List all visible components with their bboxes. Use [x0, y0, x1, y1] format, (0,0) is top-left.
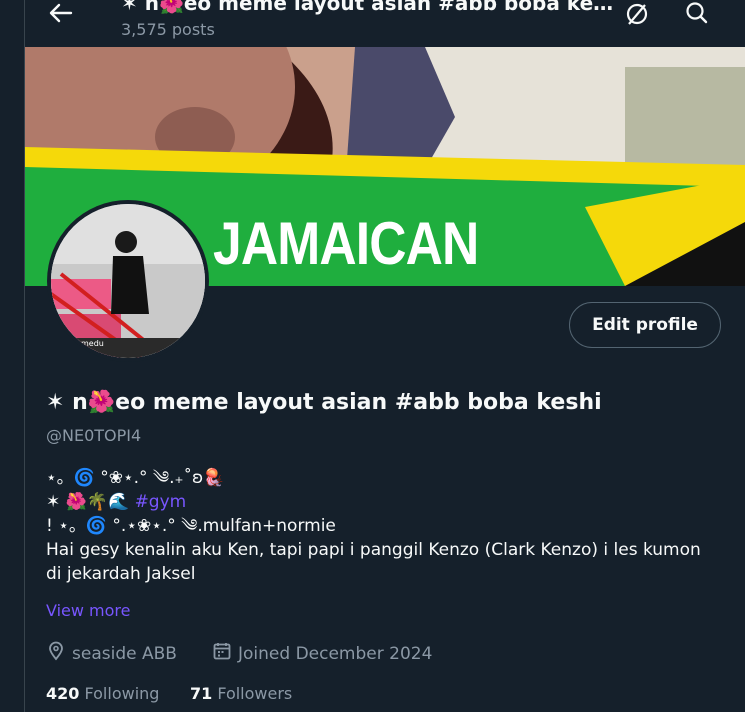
followers-link[interactable]: 71 Followers — [190, 684, 292, 703]
following-count: 420 — [46, 684, 80, 703]
following-link[interactable]: 420 Following — [46, 684, 159, 703]
following-label: Following — [84, 684, 160, 703]
view-more-link[interactable]: View more — [46, 601, 131, 620]
profile-column: ✶ n🌺eo meme layout asian #abb boba keshi… — [24, 0, 745, 712]
avatar-caption: medu — [81, 339, 104, 348]
join-date: Joined December 2024 — [212, 641, 432, 666]
join-date-text: Joined December 2024 — [238, 643, 433, 664]
user-handle: @NE0TOPI4 — [46, 426, 142, 445]
bio: ⋆。🌀 °❀⋆.° ༄.₊˚ʚ🪼 ✶ 🌺🌴🌊 #gym ! ⋆。🌀 °.⋆❀⋆.… — [46, 466, 706, 586]
post-count: 3,575 posts — [121, 20, 215, 39]
avatar[interactable]: medu — [47, 200, 209, 362]
bio-line: ✶ 🌺🌴🌊 #gym — [46, 490, 706, 514]
profile-header: ✶ n🌺eo meme layout asian #abb boba keshi… — [25, 0, 745, 47]
banner-text: JAMAICAN — [213, 210, 479, 277]
followers-label: Followers — [217, 684, 293, 703]
bio-text: ✶ 🌺🌴🌊 — [46, 492, 135, 512]
followers-count: 71 — [189, 684, 213, 703]
edit-profile-button[interactable]: Edit profile — [569, 302, 721, 348]
location-text: seaside ABB — [72, 643, 177, 664]
follow-stats: 420 Following 71 Followers — [46, 684, 292, 703]
location: seaside ABB — [46, 641, 177, 666]
location-icon — [46, 641, 72, 666]
back-arrow-icon[interactable] — [47, 2, 75, 24]
hashtag-link[interactable]: #gym — [135, 492, 187, 512]
bio-line: ! ⋆。🌀 °.⋆❀⋆.° ༄.mulfan+normie — [46, 516, 336, 536]
grok-icon[interactable] — [623, 0, 651, 28]
avatar-image: medu — [51, 204, 205, 358]
bio-line: Hai gesy kenalin aku Ken, tapi papi i pa… — [46, 540, 701, 584]
calendar-icon — [212, 641, 238, 666]
display-name: ✶ n🌺eo meme layout asian #abb boba keshi — [46, 390, 602, 415]
header-title: ✶ n🌺eo meme layout asian #abb boba keshi — [121, 0, 621, 15]
search-icon[interactable] — [683, 0, 711, 28]
bio-line: ⋆。🌀 °❀⋆.° ༄.₊˚ʚ🪼 — [46, 468, 225, 488]
